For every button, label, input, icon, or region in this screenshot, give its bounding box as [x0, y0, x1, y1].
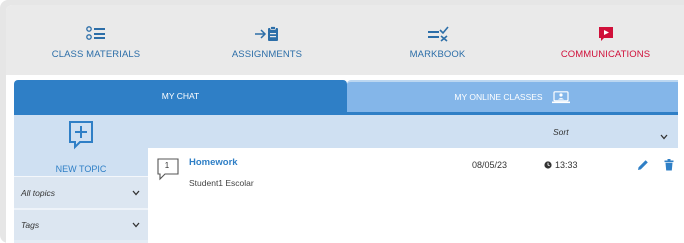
topic-title-link[interactable]: Homework [189, 157, 238, 168]
nav-communications[interactable]: COMMUNICATIONS [527, 5, 684, 75]
equals-check-icon [427, 24, 449, 44]
trash-icon[interactable] [664, 158, 674, 176]
pencil-icon[interactable] [637, 158, 649, 176]
message-count-badge: 1 [157, 158, 181, 187]
nav-class-materials[interactable]: CLASS MATERIALS [6, 5, 186, 75]
topic-date: 08/05/23 [472, 160, 508, 170]
tab-my-online-classes[interactable]: MY ONLINE CLASSES [347, 80, 678, 112]
topic-time: 13:33 [544, 160, 578, 170]
app-panel: CLASS MATERIALS ASSIGNMENTS MARKBOOK COM… [6, 5, 684, 243]
top-navigation: CLASS MATERIALS ASSIGNMENTS MARKBOOK COM… [6, 5, 684, 75]
laptop-user-icon [551, 90, 571, 104]
topic-author: Student1 Escolar [189, 178, 254, 188]
tab-label: MY CHAT [161, 91, 200, 101]
topics-filter-dropdown[interactable]: All topics [14, 176, 148, 208]
filter-label: All topics [21, 187, 56, 198]
filter-label: Tags [21, 220, 40, 230]
chevron-down-icon[interactable] [660, 127, 668, 145]
nav-label: ASSIGNMENTS [231, 49, 303, 60]
tab-label: MY ONLINE CLASSES [454, 92, 543, 102]
nav-label: COMMUNICATIONS [560, 49, 651, 60]
nav-markbook[interactable]: MARKBOOK [348, 5, 527, 75]
nav-assignments[interactable]: ASSIGNMENTS [186, 5, 348, 75]
new-topic-label: NEW TOPIC [55, 164, 107, 174]
tab-my-chat[interactable]: MY CHAT [14, 80, 347, 112]
new-topic-button[interactable]: NEW TOPIC [14, 115, 148, 176]
add-message-icon [68, 120, 94, 155]
list-icon [86, 24, 106, 44]
topic-list-header: Sort [148, 115, 678, 148]
sort-dropdown[interactable]: Sort [553, 127, 569, 137]
time-text: 13:33 [555, 160, 578, 170]
play-message-icon [598, 24, 614, 44]
clock-icon [544, 161, 552, 169]
nav-label: CLASS MATERIALS [51, 49, 141, 60]
tags-filter-dropdown[interactable]: Tags [14, 208, 148, 240]
message-count: 1 [164, 161, 170, 170]
chevron-down-icon [132, 220, 140, 230]
chevron-down-icon [132, 188, 140, 198]
topics-sidebar: NEW TOPIC All topics Tags [14, 115, 148, 243]
chat-tabs: MY CHAT MY ONLINE CLASSES [14, 80, 678, 112]
list-item[interactable]: 1 Homework Student1 Escolar 08/05/23 13:… [148, 148, 678, 243]
clipboard-arrow-icon [254, 24, 280, 44]
nav-label: MARKBOOK [409, 49, 466, 60]
